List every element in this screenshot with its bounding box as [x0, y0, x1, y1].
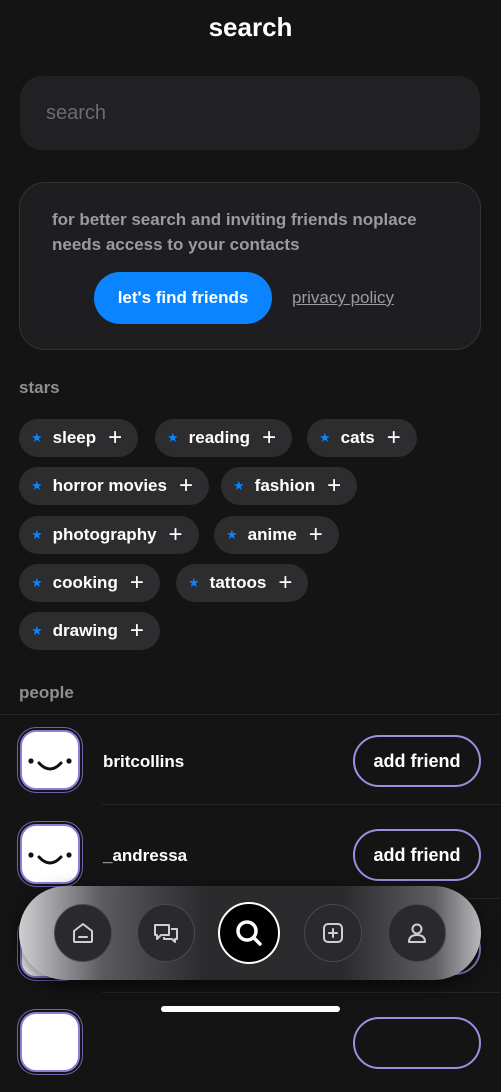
star-icon: ★	[226, 527, 238, 542]
star-chip[interactable]: ★ sleep +	[19, 419, 139, 457]
smiley-face-icon	[28, 852, 72, 865]
divider	[102, 804, 501, 805]
star-chip-label: anime	[247, 525, 297, 544]
star-chip[interactable]: ★ reading +	[155, 419, 293, 457]
star-chip[interactable]: ★ photography +	[19, 516, 199, 554]
star-chip-label: cooking	[52, 573, 118, 592]
star-chip[interactable]: ★ anime +	[214, 516, 339, 554]
find-friends-button[interactable]: let's find friends	[94, 272, 272, 324]
star-chip[interactable]: ★ horror movies +	[19, 467, 209, 505]
contacts-permission-card: for better search and inviting friends n…	[19, 182, 481, 350]
star-icon: ★	[31, 478, 43, 493]
star-icon: ★	[233, 478, 245, 493]
username: britcollins	[103, 752, 185, 771]
plus-icon: +	[168, 521, 183, 548]
plus-icon: +	[262, 424, 277, 451]
username: _andressa	[103, 846, 188, 865]
star-chip-label: photography	[52, 525, 157, 544]
profile-icon	[408, 923, 426, 943]
divider	[0, 714, 501, 715]
tab-create[interactable]	[304, 904, 362, 962]
add-friend-button[interactable]	[353, 1017, 481, 1069]
plus-icon: +	[108, 424, 123, 451]
search-icon	[236, 920, 262, 946]
star-chip-label: drawing	[52, 621, 118, 640]
messages-icon	[154, 924, 178, 943]
star-icon: ★	[31, 430, 43, 445]
people-heading: people	[19, 683, 74, 702]
tab-messages[interactable]	[137, 904, 195, 962]
star-chip-label: reading	[188, 428, 251, 447]
avatar	[20, 824, 80, 884]
star-chip-label: sleep	[52, 428, 97, 447]
add-post-icon	[323, 923, 343, 943]
search-bar[interactable]	[20, 76, 480, 150]
plus-icon: +	[327, 472, 342, 499]
star-chip-label: horror movies	[52, 476, 167, 495]
tab-search[interactable]	[218, 902, 280, 964]
plus-icon: +	[308, 521, 323, 548]
avatar	[20, 730, 80, 790]
home-icon	[73, 923, 93, 943]
tab-bar	[19, 886, 481, 980]
star-icon: ★	[31, 575, 43, 590]
star-chip-label: fashion	[254, 476, 316, 495]
privacy-policy-link[interactable]: privacy policy	[292, 288, 394, 308]
home-indicator	[161, 1006, 340, 1012]
star-chip[interactable]: ★ cooking +	[19, 564, 160, 602]
page-title: search	[208, 12, 293, 42]
stars-heading: stars	[19, 378, 60, 397]
star-chip[interactable]: ★ tattoos +	[176, 564, 309, 602]
tab-home[interactable]	[54, 904, 112, 962]
plus-icon: +	[386, 424, 401, 451]
star-icon: ★	[188, 575, 200, 590]
add-friend-button[interactable]: add friend	[353, 735, 481, 787]
star-icon: ★	[31, 527, 43, 542]
contacts-permission-message: for better search and inviting friends n…	[52, 210, 417, 254]
add-friend-button[interactable]: add friend	[353, 829, 481, 881]
plus-icon: +	[129, 569, 144, 596]
search-input[interactable]	[44, 100, 456, 126]
plus-icon: +	[178, 472, 193, 499]
avatar	[20, 1012, 80, 1072]
star-chip-label: tattoos	[209, 573, 267, 592]
tab-profile[interactable]	[388, 904, 446, 962]
person-row[interactable]	[0, 998, 501, 1092]
divider	[102, 992, 501, 993]
star-icon: ★	[31, 623, 43, 638]
star-chip[interactable]: ★ fashion +	[221, 467, 358, 505]
star-icon: ★	[319, 430, 331, 445]
plus-icon: +	[278, 569, 293, 596]
star-icon: ★	[167, 430, 179, 445]
plus-icon: +	[129, 617, 144, 644]
star-chip-label: cats	[340, 428, 375, 447]
star-chip[interactable]: ★ cats +	[307, 419, 417, 457]
smiley-face-icon	[28, 758, 72, 771]
person-row[interactable]: britcollins add friend	[0, 716, 501, 810]
star-chip[interactable]: ★ drawing +	[19, 612, 160, 650]
